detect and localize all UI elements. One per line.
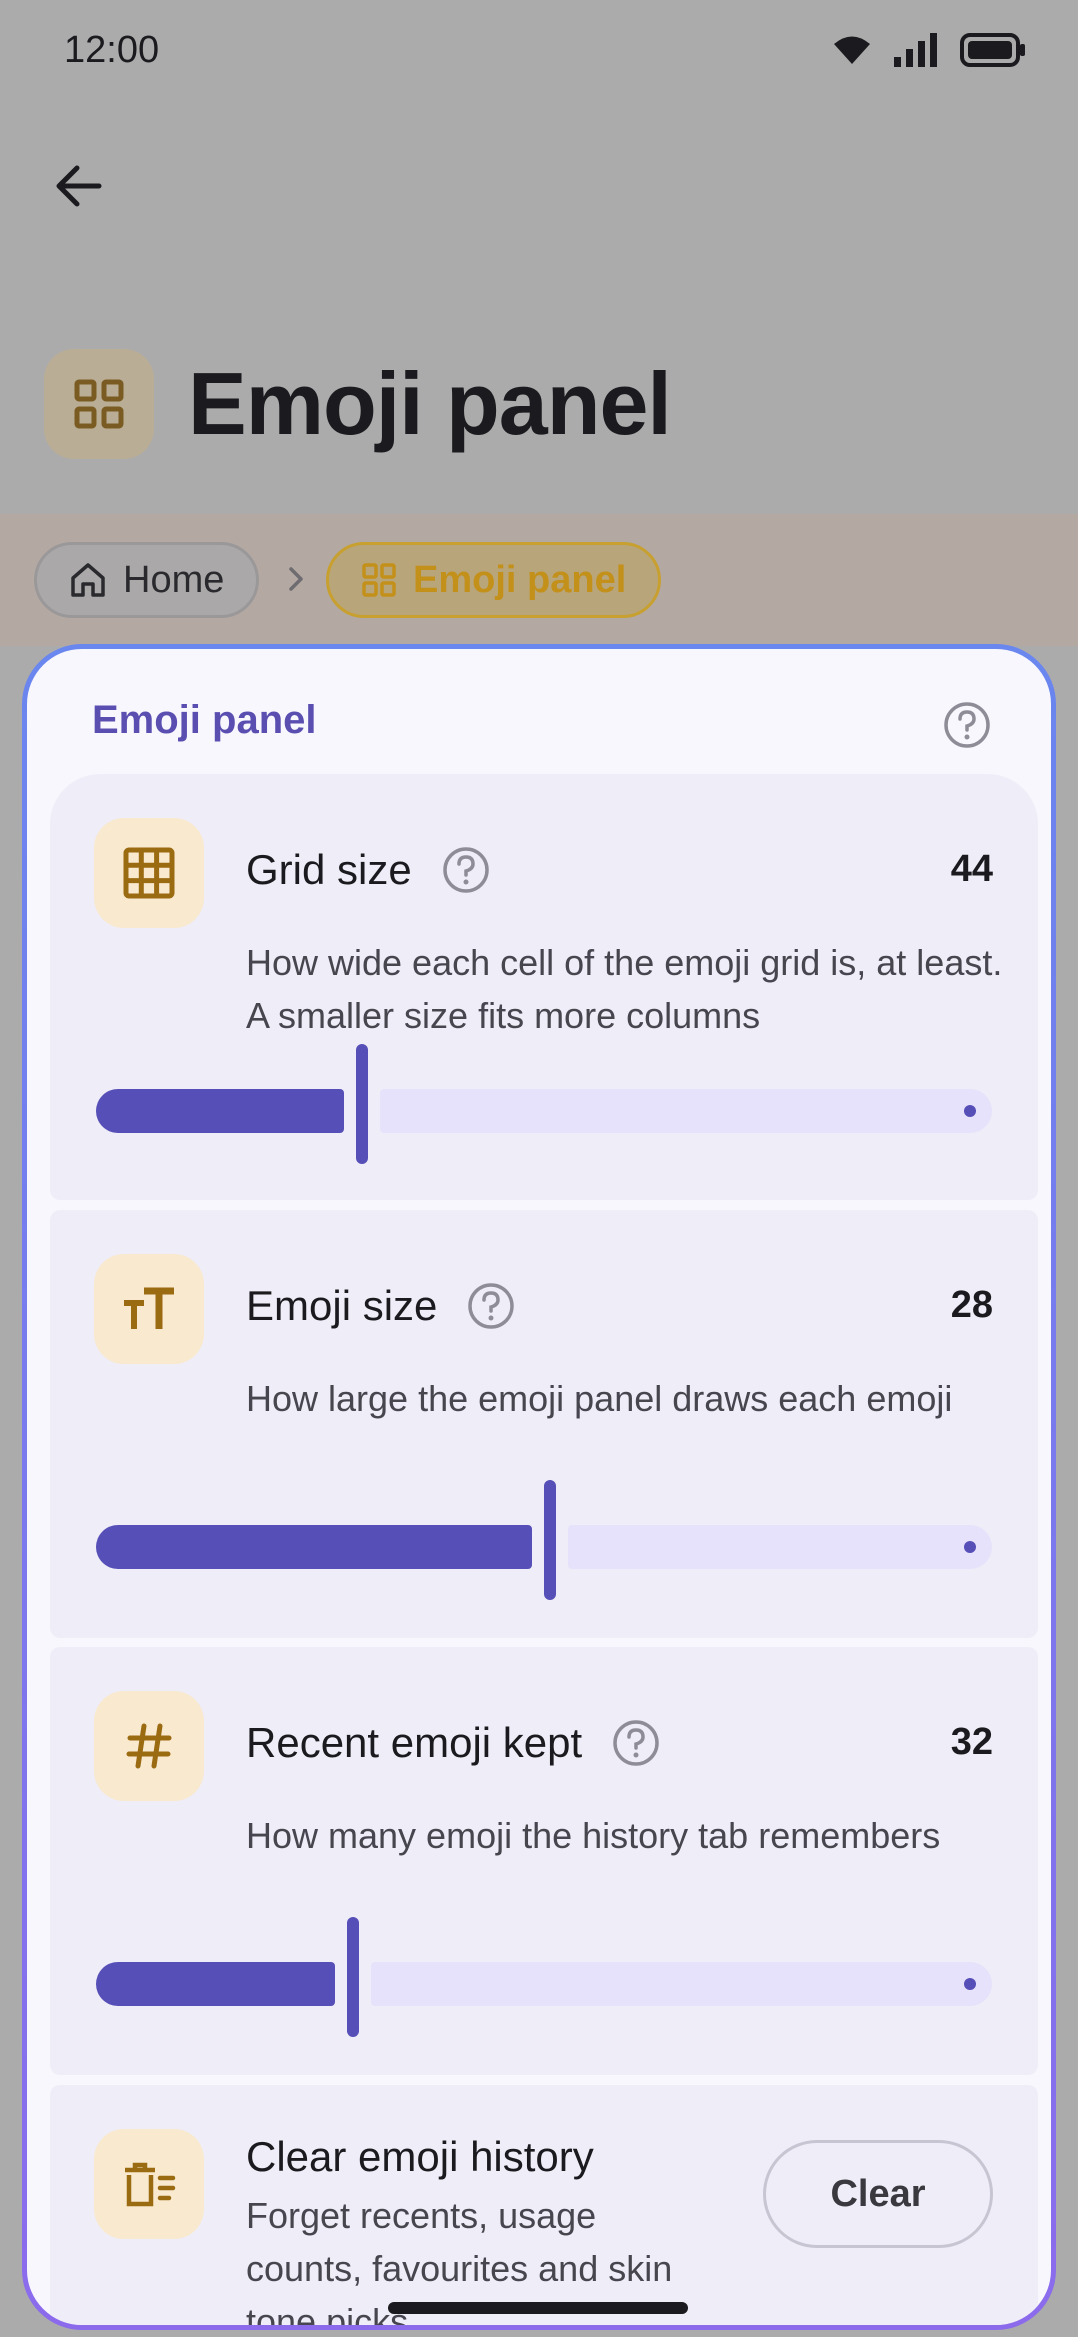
battery-icon (960, 33, 1025, 67)
setting-value: 28 (950, 1284, 993, 1326)
slider-stop-indicator (964, 1105, 976, 1117)
breadcrumb-home[interactable]: Home (34, 542, 260, 618)
help-icon[interactable] (467, 1282, 515, 1330)
setting-grid-size: Grid size 44 How wide each cell of the e… (50, 774, 1038, 1200)
slider-active-track (96, 1089, 344, 1133)
status-icons (832, 33, 1026, 67)
setting-header: Grid size (246, 846, 490, 894)
slider-inactive-track (568, 1525, 992, 1569)
setting-emoji-size: Emoji size 28 How large the emoji panel … (50, 1210, 1038, 1638)
breadcrumb-current[interactable]: Emoji panel (326, 542, 662, 618)
slider-handle[interactable] (356, 1044, 368, 1164)
grid-size-slider[interactable] (96, 1044, 992, 1164)
hash-icon (94, 1691, 204, 1801)
help-icon[interactable] (612, 1719, 660, 1767)
grid-icon (362, 563, 396, 597)
setting-description: How wide each cell of the emoji grid is,… (246, 942, 1003, 1036)
wifi-icon (834, 36, 870, 64)
clear-button[interactable]: Clear (763, 2140, 993, 2248)
setting-header: Recent emoji kept (246, 1719, 660, 1767)
setting-clear-history: Clear emoji history Forget recents, usag… (50, 2085, 1038, 2325)
help-icon[interactable] (943, 701, 991, 749)
home-indicator[interactable] (388, 2302, 688, 2314)
setting-value: 44 (950, 848, 993, 890)
text-size-icon (94, 1254, 204, 1364)
page-header: Emoji panel (44, 348, 672, 460)
slider-stop-indicator (964, 1978, 976, 1990)
arrow-left-icon (56, 165, 102, 207)
page-title: Emoji panel (188, 354, 672, 453)
setting-title: Recent emoji kept (246, 1719, 583, 1766)
slider-inactive-track (380, 1089, 992, 1133)
status-bar: 12:00 (0, 0, 1078, 100)
status-time: 12:00 (64, 28, 160, 71)
clear-title: Clear emoji history (246, 2133, 594, 2180)
sheet-title: Emoji panel (92, 698, 317, 742)
slider-active-track (96, 1962, 335, 2006)
recent-emoji-slider[interactable] (96, 1917, 992, 2037)
back-button[interactable] (40, 148, 116, 224)
slider-active-track (96, 1525, 532, 1569)
chevron-right-icon (289, 567, 303, 591)
breadcrumb-home-label: Home (123, 558, 225, 601)
slider-stop-indicator (964, 1541, 976, 1553)
help-icon[interactable] (442, 846, 490, 894)
setting-description: How many emoji the history tab remembers (246, 1815, 941, 1856)
setting-header: Emoji size (246, 1282, 515, 1330)
clear-list-icon (94, 2129, 204, 2239)
slider-inactive-track (371, 1962, 992, 2006)
emoji-size-slider[interactable] (96, 1480, 992, 1600)
slider-handle[interactable] (347, 1917, 359, 2037)
setting-description: How large the emoji panel draws each emo… (246, 1378, 953, 1419)
setting-title: Grid size (246, 846, 412, 893)
grid-icon (94, 818, 204, 928)
slider-handle[interactable] (544, 1480, 556, 1600)
signal-icon (894, 33, 937, 67)
setting-title: Emoji size (246, 1282, 438, 1329)
breadcrumb-current-label: Emoji panel (413, 558, 627, 601)
home-icon (71, 563, 105, 597)
emoji-panel-sheet: Emoji panel Grid size 44 How wide each c… (22, 644, 1056, 2330)
grid-app-icon (44, 349, 154, 459)
setting-recent-emoji-kept: Recent emoji kept 32 How many emoji the … (50, 1647, 1038, 2075)
sheet-body: Emoji panel Grid size 44 How wide each c… (27, 649, 1051, 2325)
setting-value: 32 (950, 1721, 993, 1763)
